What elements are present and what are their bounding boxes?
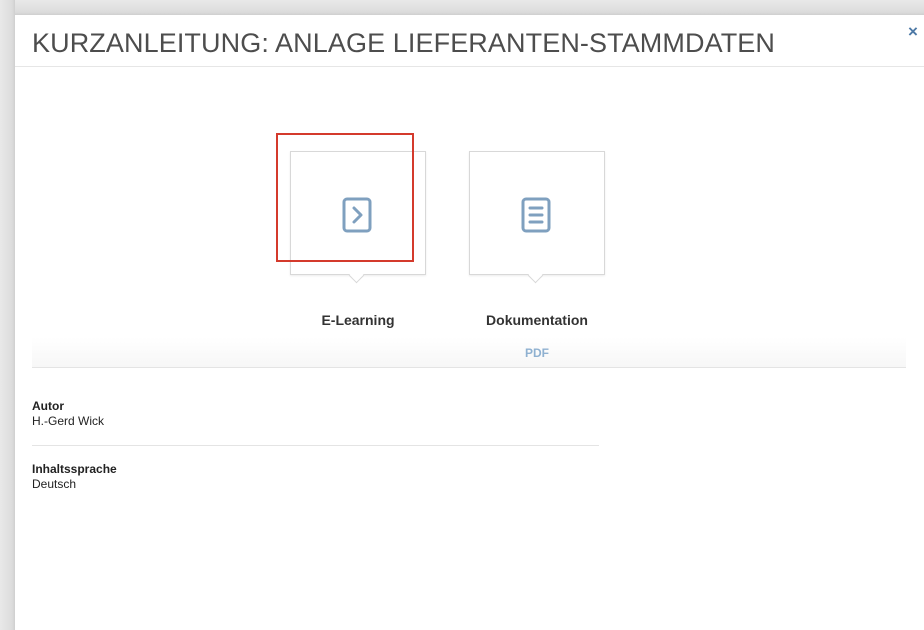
author-value: H.-Gerd Wick — [32, 414, 104, 428]
author-info: Autor H.-Gerd Wick — [32, 399, 599, 446]
elearning-label[interactable]: E-Learning — [290, 312, 426, 328]
tile-pointer — [348, 267, 365, 284]
document-icon — [521, 197, 551, 233]
backdrop-edge-left — [0, 0, 15, 630]
tile-pointer — [527, 267, 544, 284]
documentation-tile[interactable] — [469, 151, 605, 284]
modal-header: KURZANLEITUNG: ANLAGE LIEFERANTEN-STAMMD… — [15, 15, 924, 67]
language-label: Inhaltssprache — [32, 462, 117, 476]
pdf-format-link[interactable]: PDF — [469, 346, 605, 360]
content-tiles-area: E-Learning Dokumentation PDF — [32, 67, 906, 368]
backdrop-edge-top — [15, 0, 924, 15]
language-value: Deutsch — [32, 477, 77, 491]
language-info: Inhaltssprache Deutsch — [32, 462, 599, 492]
modal-dialog: KURZANLEITUNG: ANLAGE LIEFERANTEN-STAMMD… — [15, 15, 924, 630]
elearning-tile[interactable] — [290, 151, 426, 284]
chevron-right-icon — [342, 197, 372, 233]
close-button[interactable]: × — [905, 23, 921, 41]
author-label: Autor — [32, 399, 64, 413]
documentation-label[interactable]: Dokumentation — [469, 312, 605, 328]
modal-title: KURZANLEITUNG: ANLAGE LIEFERANTEN-STAMMD… — [32, 28, 775, 58]
